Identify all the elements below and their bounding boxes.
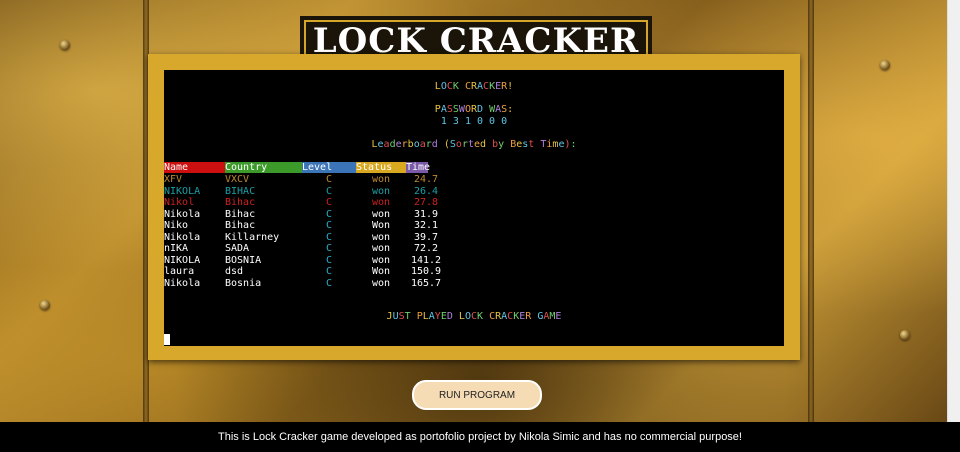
terminal-screen[interactable]: LOCK CRACKER! PASSWORD WAS: 1 3 1 0 0 0 … [164, 70, 784, 346]
cell-status: won [371, 208, 391, 220]
table-row: XFV VXCV Cwon 24.7 [164, 174, 446, 186]
cell-name: Nikola [164, 277, 201, 289]
cell-level: C [325, 231, 333, 243]
cell-name: NIKOLA [164, 185, 201, 197]
cell-country: VXCV [225, 174, 250, 185]
column-header-name: Name [164, 162, 225, 173]
cell-country: Bosnia [225, 277, 262, 289]
cell-country: BIHAC [225, 185, 256, 197]
cell-time: 141.2 [410, 254, 442, 266]
table-row: laura dsd C Won 150.9 [164, 266, 446, 278]
cell-status: won [371, 277, 391, 289]
cell-level: C [325, 277, 333, 289]
metal-seam-right [808, 0, 814, 452]
password-label: PASSWORD WAS: [434, 104, 514, 115]
scrollbar[interactable] [947, 0, 960, 422]
greeting-text: LOCK CRACKER! [434, 81, 514, 92]
rivet-icon [60, 40, 70, 50]
cell-name: XFV [164, 174, 183, 185]
cell-country: SADA [225, 243, 250, 254]
cell-country: BOSNIA [225, 254, 262, 266]
cell-time: 165.7 [410, 277, 442, 289]
table-row: Nikol Bihac Cwon 27.8 [164, 197, 446, 209]
table-row: NIKOLA BIHAC Cwon 26.4 [164, 186, 446, 198]
cell-level: C [325, 220, 333, 231]
cell-time: 26.4 [413, 185, 439, 197]
footer-text: This is Lock Cracker game developed as p… [218, 431, 742, 443]
password-digits: 1 3 1 0 0 0 [440, 116, 508, 127]
cell-name: Nikol [164, 197, 195, 208]
cell-status: won [371, 254, 391, 266]
column-header-country: Country [225, 162, 302, 173]
terminal-cursor [164, 334, 170, 345]
cell-time: 27.8 [413, 197, 439, 208]
cell-status: won [371, 174, 391, 185]
cell-status: won [371, 231, 391, 243]
cell-country: Bihac [225, 220, 256, 231]
cell-time: 24.7 [413, 174, 439, 185]
table-row: Nikola Bihac Cwon 31.9 [164, 209, 446, 221]
cell-time: 39.7 [413, 231, 439, 243]
cell-time: 72.2 [413, 243, 439, 254]
terminal-frame: LOCK CRACKER! PASSWORD WAS: 1 3 1 0 0 0 … [148, 54, 800, 360]
column-header-status: Status [356, 162, 406, 173]
cell-country: Bihac [225, 208, 256, 220]
cell-status: Won [371, 266, 391, 277]
cell-level: C [325, 185, 333, 197]
cell-country: dsd [225, 266, 244, 277]
column-header-time: Time [406, 162, 431, 173]
cell-status: won [371, 185, 391, 197]
rivet-icon [900, 330, 910, 340]
cell-name: Niko [164, 220, 189, 231]
column-header-level: Level [302, 162, 356, 173]
run-program-button[interactable]: RUN PROGRAM [412, 380, 542, 410]
leaderboard-rows: XFV VXCV Cwon 24.7 NIKOLA BIHAC Cwon 26.4 Nikol B… [164, 174, 446, 289]
cell-country: Killarney [225, 231, 280, 243]
cell-time: 32.1 [413, 220, 439, 231]
cell-status: Won [371, 220, 391, 231]
cell-status: won [371, 243, 391, 254]
cell-name: nIKA [164, 243, 189, 254]
cell-name: laura [164, 266, 195, 277]
table-row: Nikola Bosnia Cwon 165.7 [164, 278, 446, 290]
table-row: nIKA SADA Cwon 72.2 [164, 243, 446, 255]
cell-level: C [325, 197, 333, 208]
footer: This is Lock Cracker game developed as p… [0, 422, 960, 452]
leaderboard-header: Name Country Level Status Time [164, 162, 431, 173]
table-row: Niko Bihac C Won 32.1 [164, 220, 446, 232]
table-row: NIKOLA BOSNIA Cwon 141.2 [164, 255, 446, 267]
cell-time: 31.9 [413, 208, 439, 220]
cell-status: won [371, 197, 391, 208]
cell-name: NIKOLA [164, 254, 201, 266]
cell-name: Nikola [164, 208, 201, 220]
cell-level: C [325, 208, 333, 220]
closing-text: JUST PLAYED LOCK CRACKER GAME [386, 311, 562, 322]
cell-country: Bihac [225, 197, 256, 208]
cell-level: C [325, 266, 333, 277]
cell-level: C [325, 174, 333, 185]
rivet-icon [880, 60, 890, 70]
cell-level: C [325, 243, 333, 254]
cell-name: Nikola [164, 231, 201, 243]
table-row: Nikola Killarney Cwon 39.7 [164, 232, 446, 244]
cell-level: C [325, 254, 333, 266]
cell-time: 150.9 [410, 266, 442, 277]
rivet-icon [40, 300, 50, 310]
leaderboard-title: Leaderboard (Sorted by Best Time): [371, 139, 577, 150]
